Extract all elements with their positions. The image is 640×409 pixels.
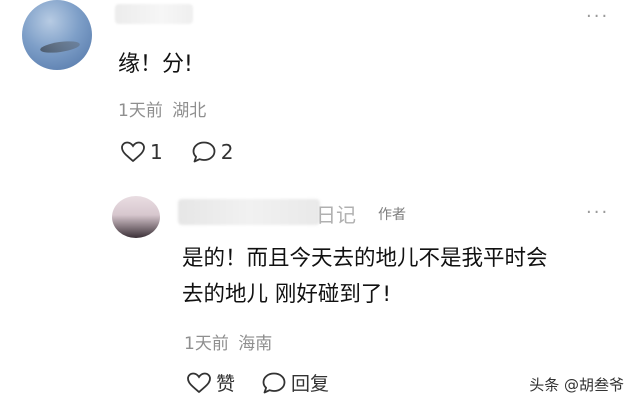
reply-count: 2 xyxy=(220,140,234,164)
reply-reply-button[interactable]: 回复 xyxy=(261,369,329,396)
reply-location: 海南 xyxy=(238,334,273,354)
reply-name-blurred[interactable] xyxy=(178,199,320,225)
reply-name-tail[interactable]: 日记 xyxy=(316,199,356,228)
reply-like-button[interactable]: 赞 xyxy=(186,369,235,396)
comment-location: 湖北 xyxy=(172,101,207,121)
reply-count-button[interactable]: 2 xyxy=(191,140,234,164)
commenter-avatar[interactable] xyxy=(22,0,92,70)
comment-time: 1天前 xyxy=(118,101,163,121)
comment-text: 缘！分! xyxy=(118,52,193,77)
author-badge: 作者 xyxy=(378,207,406,223)
reply-text-line1: 是的！而且今天去的地儿不是我平时会 xyxy=(182,246,548,271)
reply-reply-label: 回复 xyxy=(291,373,330,395)
more-options-icon[interactable]: ··· xyxy=(586,6,609,27)
comment-meta: 1天前 湖北 xyxy=(118,96,206,121)
reply-avatar[interactable] xyxy=(112,196,160,238)
comment-bubble-icon xyxy=(191,140,217,164)
heart-icon xyxy=(186,371,212,395)
reply-time: 1天前 xyxy=(184,334,229,354)
like-button[interactable]: 1 xyxy=(120,140,163,164)
comment-actions: 1 2 xyxy=(120,140,233,164)
reply-text-line2: 去的地儿 刚好碰到了! xyxy=(182,282,391,307)
toutiao-watermark: 头条 @胡叁爷 xyxy=(529,376,624,394)
comment-bubble-icon xyxy=(261,371,287,395)
avatar-bird-image xyxy=(39,39,81,55)
reply-actions: 赞 回复 xyxy=(186,369,329,396)
reply-like-label: 赞 xyxy=(216,373,236,395)
like-count: 1 xyxy=(150,140,163,164)
reply-meta: 1天前 海南 xyxy=(184,329,272,354)
heart-icon xyxy=(120,140,146,164)
commenter-name-blurred[interactable] xyxy=(115,4,193,24)
reply-more-options-icon[interactable]: ··· xyxy=(586,202,609,223)
